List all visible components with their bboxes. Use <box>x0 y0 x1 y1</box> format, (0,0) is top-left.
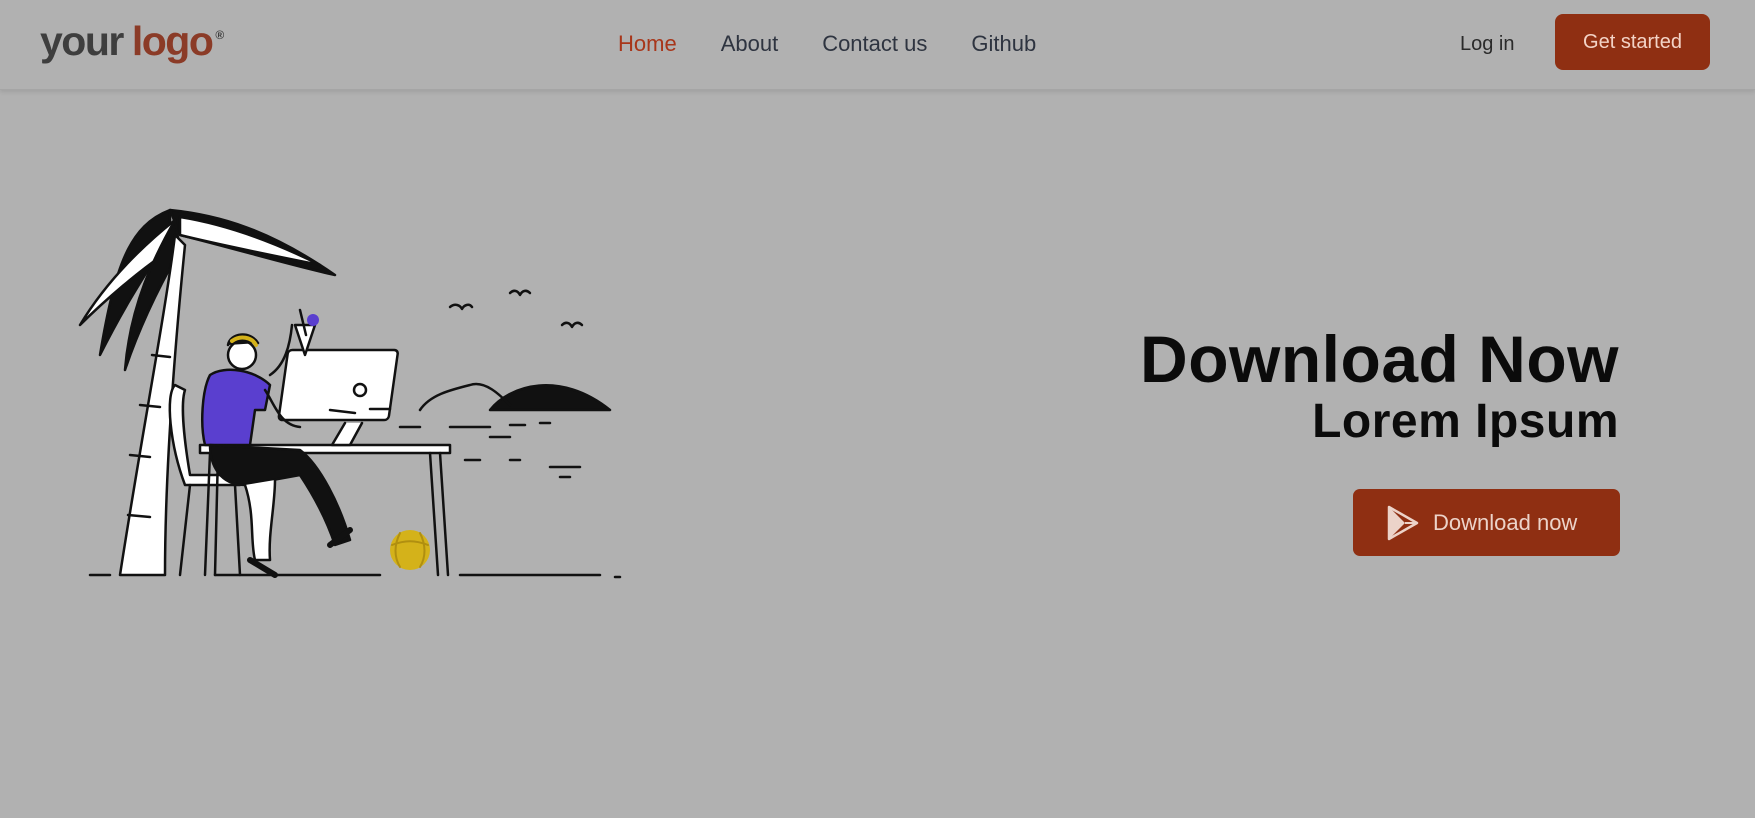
login-link[interactable]: Log in <box>1460 0 1515 88</box>
navbar: your logo ® Home About Contact us Github… <box>0 0 1755 90</box>
person-shirt <box>201 368 272 447</box>
logo-part-1: your <box>40 18 124 64</box>
logo[interactable]: your logo ® <box>40 16 224 66</box>
logo-registered-mark: ® <box>215 28 225 42</box>
person-head <box>226 339 258 371</box>
download-now-label: Download now <box>1433 509 1578 535</box>
hero-subtitle: Lorem Ipsum <box>1312 395 1619 448</box>
download-now-button[interactable]: Download now <box>1353 489 1620 556</box>
nav-links: Home About Contact us Github <box>618 0 1080 88</box>
nav-link-about[interactable]: About <box>721 31 779 57</box>
nav-link-github[interactable]: Github <box>971 31 1036 57</box>
palm-leaves <box>78 208 337 372</box>
hero-illustration <box>78 208 622 579</box>
island <box>488 384 612 412</box>
get-started-button[interactable]: Get started <box>1555 14 1710 70</box>
nav-link-home[interactable]: Home <box>618 31 677 57</box>
hero-title: Download Now <box>1140 322 1619 396</box>
hero-headline: Download Now Lorem Ipsum <box>1140 322 1619 448</box>
logo-part-2: logo <box>131 18 214 64</box>
play-store-icon <box>1387 505 1419 541</box>
nav-link-contact[interactable]: Contact us <box>822 31 927 57</box>
